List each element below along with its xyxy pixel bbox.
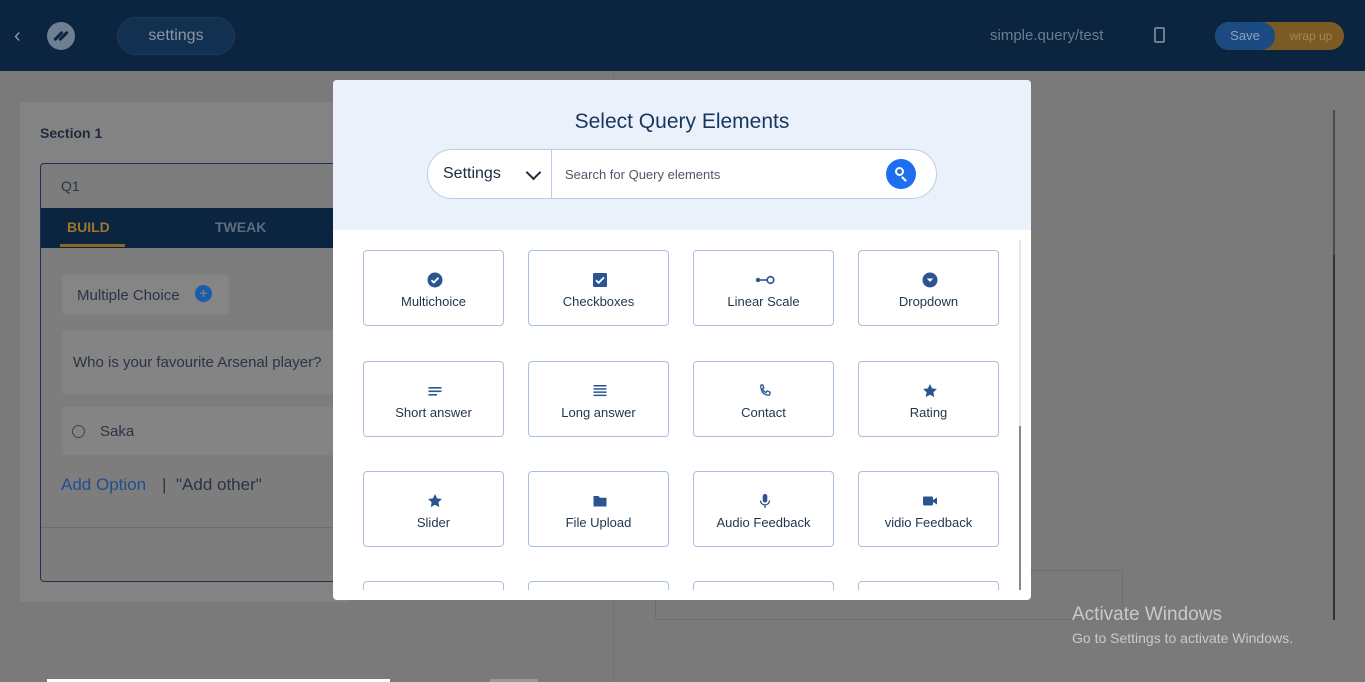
chevron-down-icon: [525, 164, 542, 181]
element-card-short-answer[interactable]: Short answer: [363, 361, 504, 437]
element-label: Contact: [741, 405, 786, 420]
category-select[interactable]: Settings: [428, 150, 552, 198]
element-card[interactable]: [858, 581, 999, 590]
back-arrow-icon[interactable]: ‹: [14, 26, 32, 46]
search-button[interactable]: [886, 159, 916, 189]
star-icon: [428, 494, 442, 508]
activate-windows-watermark: Activate Windows Go to Settings to activ…: [1072, 604, 1293, 646]
element-label: Dropdown: [898, 294, 959, 309]
element-card-slider[interactable]: Slider: [363, 471, 504, 547]
element-card-contact[interactable]: Contact: [693, 361, 834, 437]
video-camera-icon: [923, 496, 937, 506]
microphone-icon: [759, 494, 771, 508]
element-label: Checkboxes: [562, 294, 635, 309]
element-label: Short answer: [395, 405, 472, 420]
tab-tweak[interactable]: TWEAK: [215, 219, 266, 235]
element-label: Audio Feedback: [716, 515, 811, 530]
folder-icon: [593, 496, 607, 507]
element-card-dropdown[interactable]: Dropdown: [858, 250, 999, 326]
element-card-video-feedback[interactable]: vidio Feedback: [858, 471, 999, 547]
check-circle-icon: [427, 272, 443, 288]
option-text: Saka: [100, 423, 135, 440]
mobile-preview-icon[interactable]: [1154, 27, 1165, 43]
short-text-icon: [428, 387, 442, 396]
watermark-subtitle: Go to Settings to activate Windows.: [1072, 630, 1293, 646]
app-logo[interactable]: [47, 22, 75, 50]
long-text-icon: [593, 385, 607, 397]
category-select-value: Settings: [443, 165, 501, 182]
add-option-link[interactable]: Add Option: [61, 475, 146, 495]
element-label: Multichoice: [400, 294, 467, 309]
watermark-title: Activate Windows: [1072, 604, 1222, 625]
dropdown-circle-icon: [922, 272, 938, 288]
search-icon: [895, 167, 904, 176]
select-elements-modal: Select Query Elements Settings Multichoi…: [333, 80, 1031, 600]
separator: |: [162, 475, 167, 494]
add-type-icon[interactable]: +: [195, 285, 212, 302]
page-name-pill[interactable]: settings: [117, 17, 235, 55]
element-label: Linear Scale: [727, 294, 800, 309]
radio-icon: [72, 425, 85, 438]
question-number: Q1: [61, 178, 80, 194]
phone-icon: [760, 384, 771, 396]
query-url[interactable]: simple.query/test: [990, 27, 1103, 44]
element-card[interactable]: [528, 581, 669, 590]
checkbox-icon: [593, 273, 607, 287]
tab-build[interactable]: BUILD: [67, 219, 110, 235]
save-button[interactable]: Save: [1215, 22, 1275, 50]
element-card[interactable]: [693, 581, 834, 590]
star-icon: [923, 384, 937, 398]
search-input[interactable]: [565, 162, 875, 186]
modal-scrollbar-thumb[interactable]: [1019, 426, 1021, 590]
element-card-rating[interactable]: Rating: [858, 361, 999, 437]
wrap-up-button[interactable]: wrap up: [1281, 22, 1341, 50]
question-type-label: Multiple Choice: [77, 287, 180, 304]
section-title: Section 1: [40, 125, 103, 141]
element-label: File Upload: [565, 515, 632, 530]
element-label: Long answer: [561, 405, 636, 420]
element-label: vidio Feedback: [884, 515, 973, 530]
page-scrollbar-thumb[interactable]: [1333, 255, 1335, 620]
linear-scale-icon: [755, 275, 775, 285]
element-card-linear-scale[interactable]: Linear Scale: [693, 250, 834, 326]
modal-header: Select Query Elements Settings: [333, 80, 1031, 230]
element-card-file-upload[interactable]: File Upload: [528, 471, 669, 547]
save-wrap-toggle[interactable]: Save wrap up: [1215, 22, 1344, 50]
element-card-multichoice[interactable]: Multichoice: [363, 250, 504, 326]
element-card[interactable]: [363, 581, 504, 590]
elements-grid: Multichoice Checkboxes Linear Scale Drop…: [363, 250, 999, 590]
search-bar: Settings: [427, 149, 937, 199]
divider: [41, 527, 350, 528]
add-other-link[interactable]: "Add other": [176, 475, 262, 495]
element-label: Rating: [909, 405, 948, 420]
element-label: Slider: [416, 515, 451, 530]
modal-title: Select Query Elements: [574, 110, 790, 133]
element-card-long-answer[interactable]: Long answer: [528, 361, 669, 437]
element-card-checkboxes[interactable]: Checkboxes: [528, 250, 669, 326]
active-tab-indicator: [60, 244, 125, 247]
top-bar: ‹ settings simple.query/test Save wrap u…: [0, 0, 1365, 71]
element-card-audio-feedback[interactable]: Audio Feedback: [693, 471, 834, 547]
question-text: Who is your favourite Arsenal player?: [73, 354, 322, 371]
